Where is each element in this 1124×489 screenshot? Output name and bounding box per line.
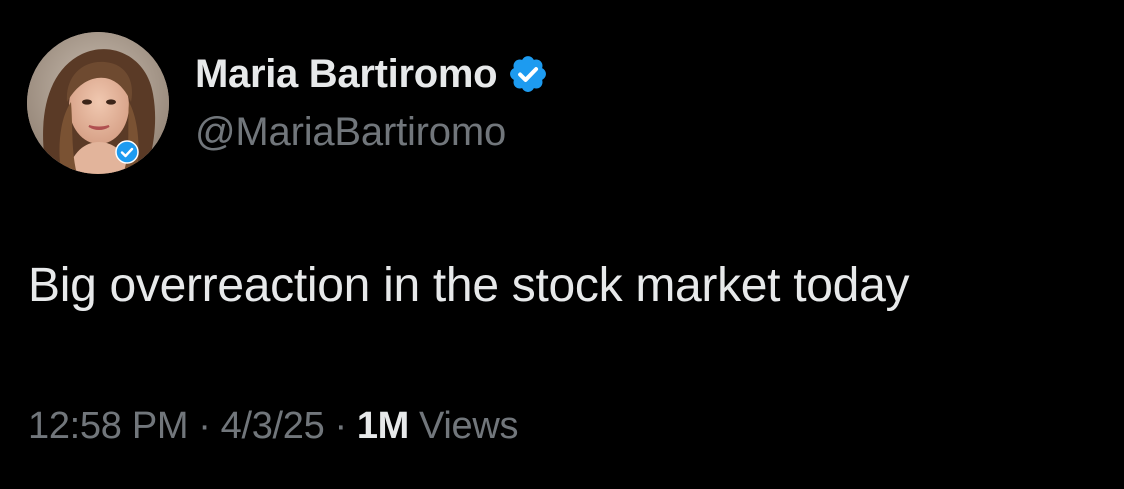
avatar-portrait-icon <box>27 32 169 174</box>
avatar[interactable] <box>27 32 169 174</box>
display-name[interactable]: Maria Bartiromo <box>195 52 498 97</box>
views-count: 1M <box>356 405 410 447</box>
tweet: Maria Bartiromo @MariaBartiromo Big over… <box>0 0 1124 489</box>
verified-badge-icon[interactable] <box>507 53 549 95</box>
name-row: Maria Bartiromo <box>195 48 549 100</box>
tweet-text: Big overreaction in the stock market tod… <box>28 259 910 312</box>
tweet-meta: 12:58 PM · 4/3/25 · 1M Views <box>28 405 519 448</box>
tweet-time[interactable]: 12:58 PM <box>28 405 189 448</box>
tweet-date[interactable]: 4/3/25 <box>221 405 325 448</box>
user-handle[interactable]: @MariaBartiromo <box>195 110 506 155</box>
meta-separator: · <box>198 405 211 447</box>
avatar-verified-icon <box>115 140 139 164</box>
views-label: Views <box>419 405 519 447</box>
meta-separator: · <box>334 405 347 447</box>
